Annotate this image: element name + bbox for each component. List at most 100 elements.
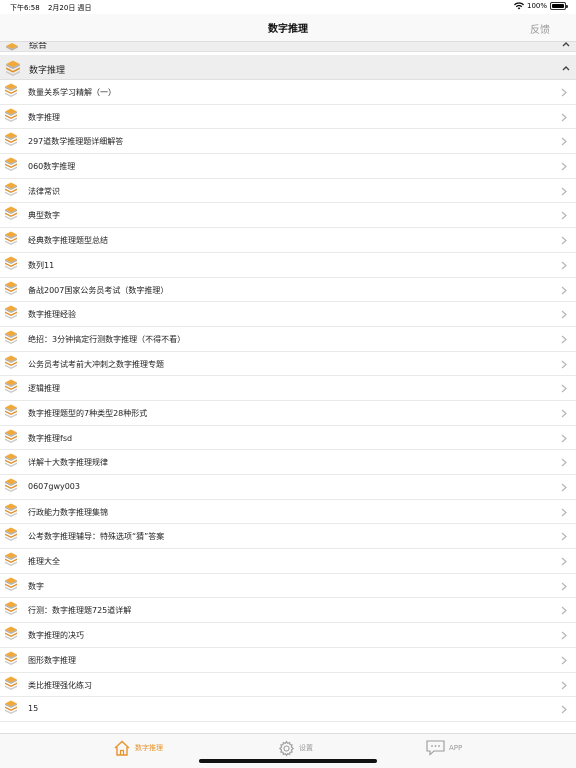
book-stack-icon — [5, 478, 17, 492]
list-item[interactable]: 0607gwy003 — [0, 475, 576, 500]
list-item[interactable]: 数量关系学习精解（一） — [0, 80, 576, 105]
chevron-right-icon — [561, 606, 567, 615]
chevron-right-icon — [561, 310, 567, 319]
status-time: 下午6:58 — [10, 4, 40, 12]
chevron-right-icon — [561, 508, 567, 517]
list-item-label: 法律常识 — [28, 186, 60, 196]
book-stack-icon — [5, 552, 17, 567]
book-stack-icon — [5, 651, 17, 665]
book-stack-icon — [5, 305, 17, 320]
list-item-label: 备战2007国家公务员考试（数字推理） — [28, 285, 169, 295]
list-item-label: 典型数字 — [28, 211, 60, 221]
list-item[interactable]: 060数字推理 — [0, 154, 576, 179]
tab-label: 设置 — [299, 744, 313, 752]
list-item-label: 推理大全 — [28, 557, 60, 567]
list-item-label: 数字推理 — [28, 112, 60, 122]
tab-app[interactable]: APP — [426, 737, 462, 759]
book-stack-icon — [5, 527, 17, 542]
book-stack-icon — [5, 256, 17, 270]
book-stack-icon — [5, 577, 17, 591]
list-item-label: 数列11 — [28, 260, 55, 270]
chevron-right-icon — [561, 483, 567, 492]
list-item-label: 数字 — [28, 581, 44, 591]
chevron-right-icon — [561, 656, 567, 665]
list-item[interactable]: 297道数学推理题详细解答 — [0, 129, 576, 155]
list-item[interactable]: 图形数字推理 — [0, 647, 576, 673]
chevron-right-icon — [561, 532, 567, 541]
list-item[interactable]: 数列11 — [0, 252, 576, 278]
book-stack-icon — [6, 60, 20, 76]
list-item[interactable]: 数字推理fsd — [0, 425, 576, 451]
chevron-up-icon — [562, 64, 570, 73]
list-item[interactable]: 备战2007国家公务员考试（数字推理） — [0, 277, 576, 303]
book-stack-icon — [5, 429, 17, 443]
list-item-label: 图形数字推理 — [28, 655, 76, 665]
list-item[interactable]: 公务员考试考前大冲刺之数字推理专题 — [0, 351, 576, 377]
chevron-right-icon — [561, 384, 567, 393]
list-item[interactable]: 数字 — [0, 573, 576, 599]
book-stack-icon — [5, 83, 17, 97]
book-stack-icon — [5, 404, 17, 418]
chevron-right-icon — [561, 261, 567, 270]
book-stack-icon — [5, 182, 17, 196]
book-stack-icon — [5, 626, 17, 641]
tab-settings[interactable]: 设置 — [278, 737, 313, 759]
list-item[interactable]: 行政能力数字推理集锦 — [0, 499, 576, 525]
book-stack-icon — [5, 355, 17, 369]
list-item[interactable]: 公考数字推理辅导：特殊选项“猜”答案 — [0, 524, 576, 550]
list-item-label: 逻辑推理 — [28, 384, 60, 394]
chevron-right-icon — [561, 458, 567, 467]
list-item[interactable]: 数字推理 — [0, 104, 576, 130]
book-stack-icon — [5, 676, 17, 690]
list-item[interactable]: 15 — [0, 697, 576, 722]
feedback-button[interactable]: 反馈 — [530, 21, 550, 36]
chevron-right-icon — [561, 113, 567, 122]
list-item-label: 数量关系学习精解（一） — [28, 88, 116, 97]
wifi-icon — [513, 2, 524, 10]
list-item[interactable]: 经典数字推理题型总结 — [0, 228, 576, 253]
book-stack-icon — [5, 157, 17, 172]
chevron-right-icon — [561, 286, 567, 294]
list-item[interactable]: 数字推理的决巧 — [0, 623, 576, 648]
list-item[interactable]: 逻辑推理 — [0, 376, 576, 401]
article-list: 数量关系学习精解（一） 数字推理 297道数学推理题详细解答 060数字推理 法… — [0, 80, 576, 722]
list-item-label: 数字推理题型的7种类型28种形式 — [28, 408, 148, 418]
list-item-label: 行政能力数字推理集锦 — [28, 507, 108, 517]
chevron-right-icon — [561, 162, 567, 171]
tab-number-reasoning[interactable]: 数字推理 — [113, 737, 163, 759]
chevron-right-icon — [561, 360, 567, 369]
status-bar: 下午6:58 2月20日 週日 100% — [0, 0, 576, 14]
list-item[interactable]: 数字推理经验 — [0, 302, 576, 327]
list-item-label: 0607gwy003 — [28, 482, 80, 491]
chevron-right-icon — [561, 211, 567, 220]
page-title: 数字推理 — [268, 24, 308, 35]
list-item[interactable]: 推理大全 — [0, 549, 576, 574]
chevron-right-icon — [561, 187, 567, 196]
section-label-number-reasoning: 数字推理 — [29, 66, 66, 76]
book-stack-icon — [5, 206, 17, 221]
list-item[interactable]: 法律常识 — [0, 178, 576, 204]
list-item-label: 数字推理经验 — [28, 310, 76, 320]
chevron-right-icon — [561, 681, 567, 689]
section-header-number-reasoning[interactable]: 数字推理 — [0, 55, 576, 80]
book-stack-icon — [5, 503, 17, 517]
chevron-right-icon — [561, 705, 567, 714]
list-item[interactable]: 绝招：3分钟搞定行测数字推理（不得不看） — [0, 326, 576, 352]
list-item[interactable]: 数字推理题型的7种类型28种形式 — [0, 400, 576, 426]
list-item[interactable]: 详解十大数字推理规律 — [0, 450, 576, 475]
chat-icon — [426, 740, 445, 756]
status-date: 2月20日 週日 — [47, 4, 92, 12]
tab-label: APP — [449, 744, 463, 752]
list-item[interactable]: 类比推理强化练习 — [0, 672, 576, 698]
list-item[interactable]: 行测：数字推理题725道详解 — [0, 598, 576, 624]
list-item-label: 公考数字推理辅导：特殊选项“猜”答案 — [28, 532, 165, 542]
battery-icon — [550, 2, 568, 10]
list-item[interactable]: 典型数字 — [0, 203, 576, 229]
gear-icon — [278, 739, 295, 757]
list-item-label: 公务员考试考前大冲刺之数字推理专题 — [28, 359, 164, 369]
home-indicator — [199, 759, 377, 763]
section-header-general[interactable]: 综合 — [0, 42, 576, 52]
list-item-label: 15 — [28, 704, 39, 714]
chevron-right-icon — [561, 434, 567, 443]
book-stack-icon — [5, 453, 17, 468]
